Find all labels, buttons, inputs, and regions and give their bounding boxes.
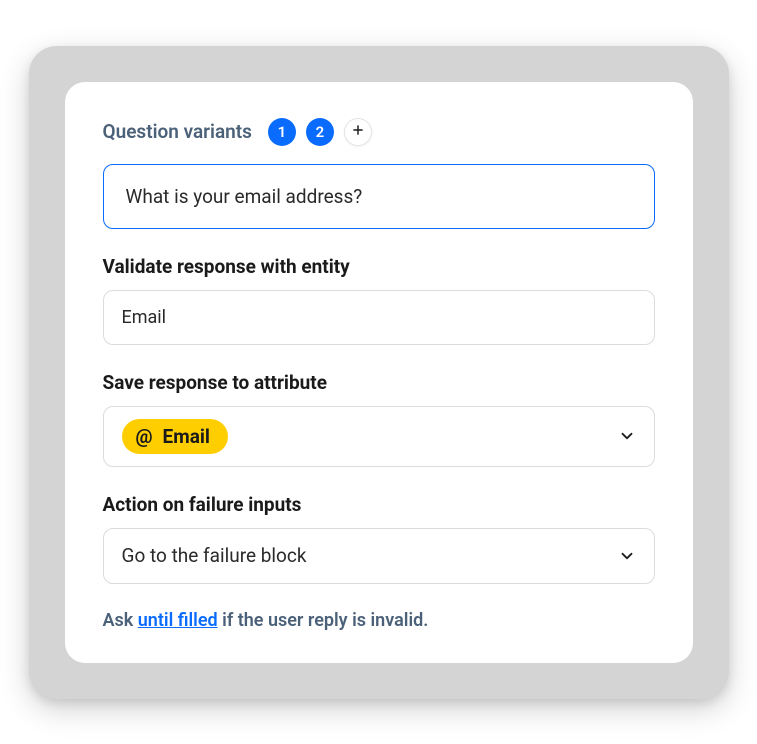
variant-badge-1[interactable]: 1 xyxy=(268,118,296,146)
save-attribute-select[interactable]: @ Email xyxy=(103,406,655,467)
config-card: Question variants 1 2 Validate response … xyxy=(65,82,693,663)
footer-part2: if the user reply is invalid. xyxy=(222,610,428,631)
footer-part1: Ask xyxy=(103,610,138,631)
question-input[interactable] xyxy=(103,164,655,229)
variants-label: Question variants xyxy=(103,120,252,143)
attribute-pill-text: Email xyxy=(163,425,210,448)
attribute-pill: @ Email xyxy=(122,419,228,454)
failure-action-select[interactable]: Go to the failure block xyxy=(103,528,655,584)
validate-label: Validate response with entity xyxy=(103,255,655,278)
variants-header: Question variants 1 2 xyxy=(103,118,655,146)
plus-icon xyxy=(351,122,365,141)
chevron-down-icon xyxy=(618,547,636,565)
at-icon: @ xyxy=(136,425,153,448)
save-attribute-label: Save response to attribute xyxy=(103,371,655,394)
chevron-down-icon xyxy=(618,427,636,445)
config-panel-frame: Question variants 1 2 Validate response … xyxy=(29,46,729,699)
variant-badge-2[interactable]: 2 xyxy=(306,118,334,146)
retry-condition-text: Ask until filled if the user reply is in… xyxy=(103,610,655,631)
failure-action-label: Action on failure inputs xyxy=(103,493,655,516)
validate-entity-input[interactable] xyxy=(103,290,655,345)
until-filled-link[interactable]: until filled xyxy=(138,610,218,631)
failure-action-value: Go to the failure block xyxy=(122,544,307,567)
add-variant-button[interactable] xyxy=(344,118,372,146)
